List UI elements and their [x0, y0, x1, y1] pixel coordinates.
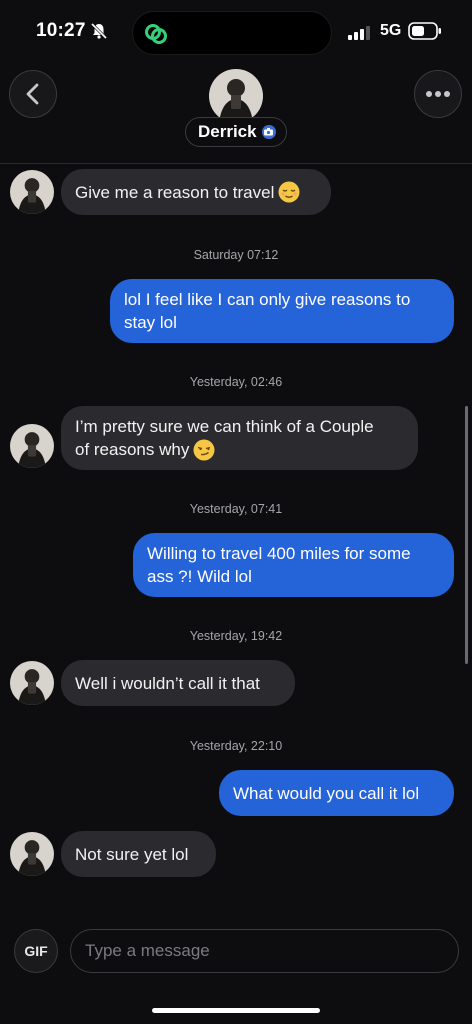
network-type: 5G	[380, 22, 402, 39]
scrollbar[interactable]	[465, 406, 468, 664]
contact-avatar[interactable]	[209, 69, 263, 123]
home-indicator[interactable]	[152, 1008, 320, 1013]
message-text-line: I’m pretty sure we can think of a Couple	[75, 417, 374, 436]
contact-name: Derrick	[198, 122, 257, 141]
incoming-message-bubble[interactable]: Not sure yet lol	[61, 831, 216, 877]
message-text-line: lol I feel like I can only give reasons …	[124, 290, 411, 309]
message-text: Give me a reason to travel	[75, 182, 275, 202]
timestamp: Saturday 07:12	[193, 248, 279, 262]
relieved-face-emoji-icon	[278, 181, 300, 203]
incoming-message-bubble[interactable]: Give me a reason to travel	[61, 169, 331, 215]
timestamp: Yesterday, 07:41	[189, 502, 283, 516]
gif-button[interactable]: GIF	[14, 929, 58, 973]
contact-name-pill[interactable]: Derrick	[185, 117, 287, 147]
message-text-line: stay lol	[124, 313, 177, 332]
outgoing-message-bubble[interactable]: Willing to travel 400 miles for some ass…	[133, 533, 454, 597]
sender-avatar[interactable]	[10, 832, 54, 876]
profile-photo-icon	[10, 170, 54, 214]
profile-photo-icon	[10, 832, 54, 876]
timestamp: Yesterday, 02:46	[189, 375, 283, 389]
chevron-left-icon	[26, 83, 39, 105]
message-input[interactable]	[70, 929, 459, 973]
sender-avatar[interactable]	[10, 170, 54, 214]
sender-avatar[interactable]	[10, 424, 54, 468]
dynamic-island	[132, 11, 332, 55]
sender-avatar[interactable]	[10, 661, 54, 705]
message-text: What would you call it lol	[233, 783, 420, 803]
timestamp: Yesterday, 22:10	[189, 739, 283, 753]
profile-photo-icon	[10, 661, 54, 705]
status-bar: 10:27 5G	[0, 0, 472, 62]
cellular-signal-icon	[348, 26, 370, 40]
message-text-line: Willing to travel 400 miles for some	[147, 544, 411, 563]
message-text-line: ass ?! Wild lol	[147, 567, 252, 586]
profile-photo-icon	[209, 69, 263, 123]
smirking-face-emoji-icon	[193, 439, 215, 460]
profile-photo-icon	[10, 424, 54, 468]
battery-icon	[408, 22, 441, 40]
incoming-message-bubble[interactable]: I’m pretty sure we can think of a Couple…	[61, 406, 418, 470]
link-rings-icon	[145, 24, 167, 44]
ellipsis-icon	[426, 91, 450, 97]
verified-camera-icon	[261, 125, 276, 139]
message-text: Not sure yet lol	[75, 844, 189, 864]
timestamp: Yesterday, 19:42	[189, 629, 283, 643]
message-line-wrap: of reasons why	[75, 438, 215, 461]
incoming-message-bubble[interactable]: Well i wouldn’t call it that	[61, 660, 295, 706]
bell-muted-icon	[90, 22, 108, 40]
message-list[interactable]: Give me a reason to travel Saturday 07:1…	[0, 164, 472, 916]
outgoing-message-bubble[interactable]: lol I feel like I can only give reasons …	[110, 279, 454, 343]
back-button[interactable]	[9, 70, 57, 118]
message-text: Well i wouldn’t call it that	[75, 673, 260, 693]
status-time: 10:27	[36, 20, 86, 41]
outgoing-message-bubble[interactable]: What would you call it lol	[219, 770, 454, 816]
conversation-header: Derrick	[0, 62, 472, 164]
more-options-button[interactable]	[414, 70, 462, 118]
message-text-line: of reasons why	[75, 440, 190, 459]
message-composer: GIF	[0, 916, 472, 1024]
